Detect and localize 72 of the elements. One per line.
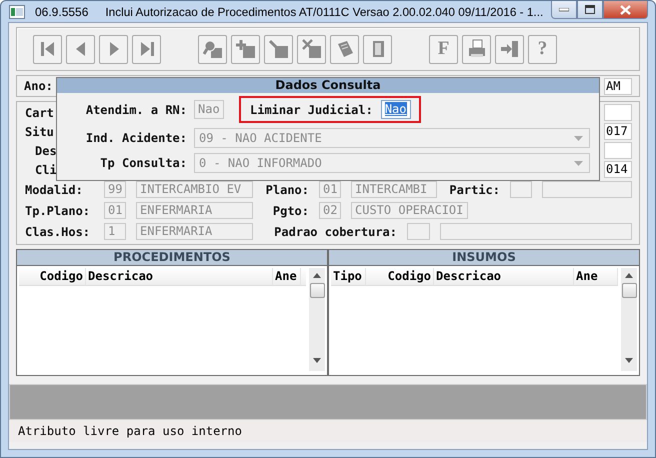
field-label: Pgto: xyxy=(272,204,309,218)
column-header[interactable]: Descricao xyxy=(434,268,574,285)
minimize-icon xyxy=(559,8,569,12)
field-label: Cli xyxy=(34,162,57,176)
text-field[interactable]: AM xyxy=(604,78,632,94)
caret-icon xyxy=(574,160,583,166)
field-label: Liminar Judicial: xyxy=(250,102,373,116)
field-label: Ind. Acidente: xyxy=(84,131,187,145)
column-header[interactable]: Tipo xyxy=(331,268,366,285)
cross-icon xyxy=(302,39,322,59)
field-label: Des xyxy=(34,144,57,158)
scroll-down-icon xyxy=(625,358,633,363)
window-title: Inclui Autorizacao de Procedimentos AT/0111C Versao 2.00.02.040 09/11/2016 - 1... xyxy=(105,4,544,18)
pencil-icon xyxy=(268,39,288,59)
maximize-icon xyxy=(585,5,595,14)
field-label: Cart xyxy=(25,106,54,120)
next-record-button[interactable] xyxy=(99,34,128,64)
scrollbar[interactable] xyxy=(621,268,637,371)
field-label: Modalid: xyxy=(25,182,84,196)
scroll-thumb[interactable] xyxy=(622,283,636,298)
edit-button[interactable] xyxy=(264,34,293,64)
field-label: Situ xyxy=(25,124,54,138)
column-header[interactable]: Codigo xyxy=(366,268,434,285)
field-label: Plano: xyxy=(264,182,309,196)
search-icon xyxy=(202,39,222,59)
door-button[interactable] xyxy=(363,34,392,64)
printer-icon xyxy=(466,39,486,59)
maximize-button[interactable] xyxy=(577,1,603,19)
previous-record-button[interactable] xyxy=(66,34,95,64)
field-label: Atendim. a RN: xyxy=(84,102,187,116)
status-text: Atributo livre para uso interno xyxy=(18,424,242,438)
text-field[interactable]: 014 xyxy=(604,161,632,178)
close-icon xyxy=(620,4,631,14)
last-record-button[interactable] xyxy=(132,34,161,64)
grid-title: PROCEDIMENTOS xyxy=(17,250,327,266)
grid-title: INSUMOS xyxy=(329,250,639,266)
app-icon xyxy=(9,4,25,18)
field-label: Ano: xyxy=(24,79,53,93)
exit-icon xyxy=(500,39,520,59)
text-field[interactable]: 017 xyxy=(604,123,632,140)
scroll-up-icon xyxy=(313,273,321,278)
notes-button[interactable] xyxy=(330,34,359,64)
close-button[interactable] xyxy=(603,1,648,19)
scroll-up-icon xyxy=(625,273,633,278)
scroll-thumb[interactable] xyxy=(310,283,324,298)
field-label: Clas.Hos: xyxy=(25,224,92,238)
scroll-down-icon xyxy=(313,358,321,363)
delete-button[interactable] xyxy=(297,34,326,64)
field-label: Tp.Plano: xyxy=(25,204,92,218)
caret-icon xyxy=(574,136,583,140)
column-header[interactable]: Ane xyxy=(574,268,618,285)
column-header[interactable]: Codigo xyxy=(19,268,86,285)
first-record-button[interactable] xyxy=(33,34,62,64)
plus-icon xyxy=(236,39,256,59)
scrollbar[interactable] xyxy=(309,268,325,371)
add-button[interactable] xyxy=(231,34,260,64)
text-field[interactable]: Nao xyxy=(380,100,411,119)
text-field[interactable] xyxy=(604,142,632,159)
text-field[interactable] xyxy=(604,104,632,121)
column-header[interactable]: Descricao xyxy=(86,268,273,285)
minimize-button[interactable] xyxy=(551,1,577,19)
column-header[interactable]: Ane xyxy=(273,268,301,285)
search-button[interactable] xyxy=(198,34,227,64)
field-label: Padrao cobertura: xyxy=(273,224,397,238)
field-label: Tp Consulta: xyxy=(99,156,187,170)
exit-button[interactable] xyxy=(495,34,524,64)
toolbar-button[interactable]: F xyxy=(429,34,458,64)
toolbar-button[interactable]: ? xyxy=(528,34,557,64)
field-label: Partic: xyxy=(448,182,500,196)
window-code: 06.9.5556 xyxy=(35,4,88,18)
print-button[interactable] xyxy=(462,34,491,64)
dialog-title: Dados Consulta xyxy=(57,78,599,93)
